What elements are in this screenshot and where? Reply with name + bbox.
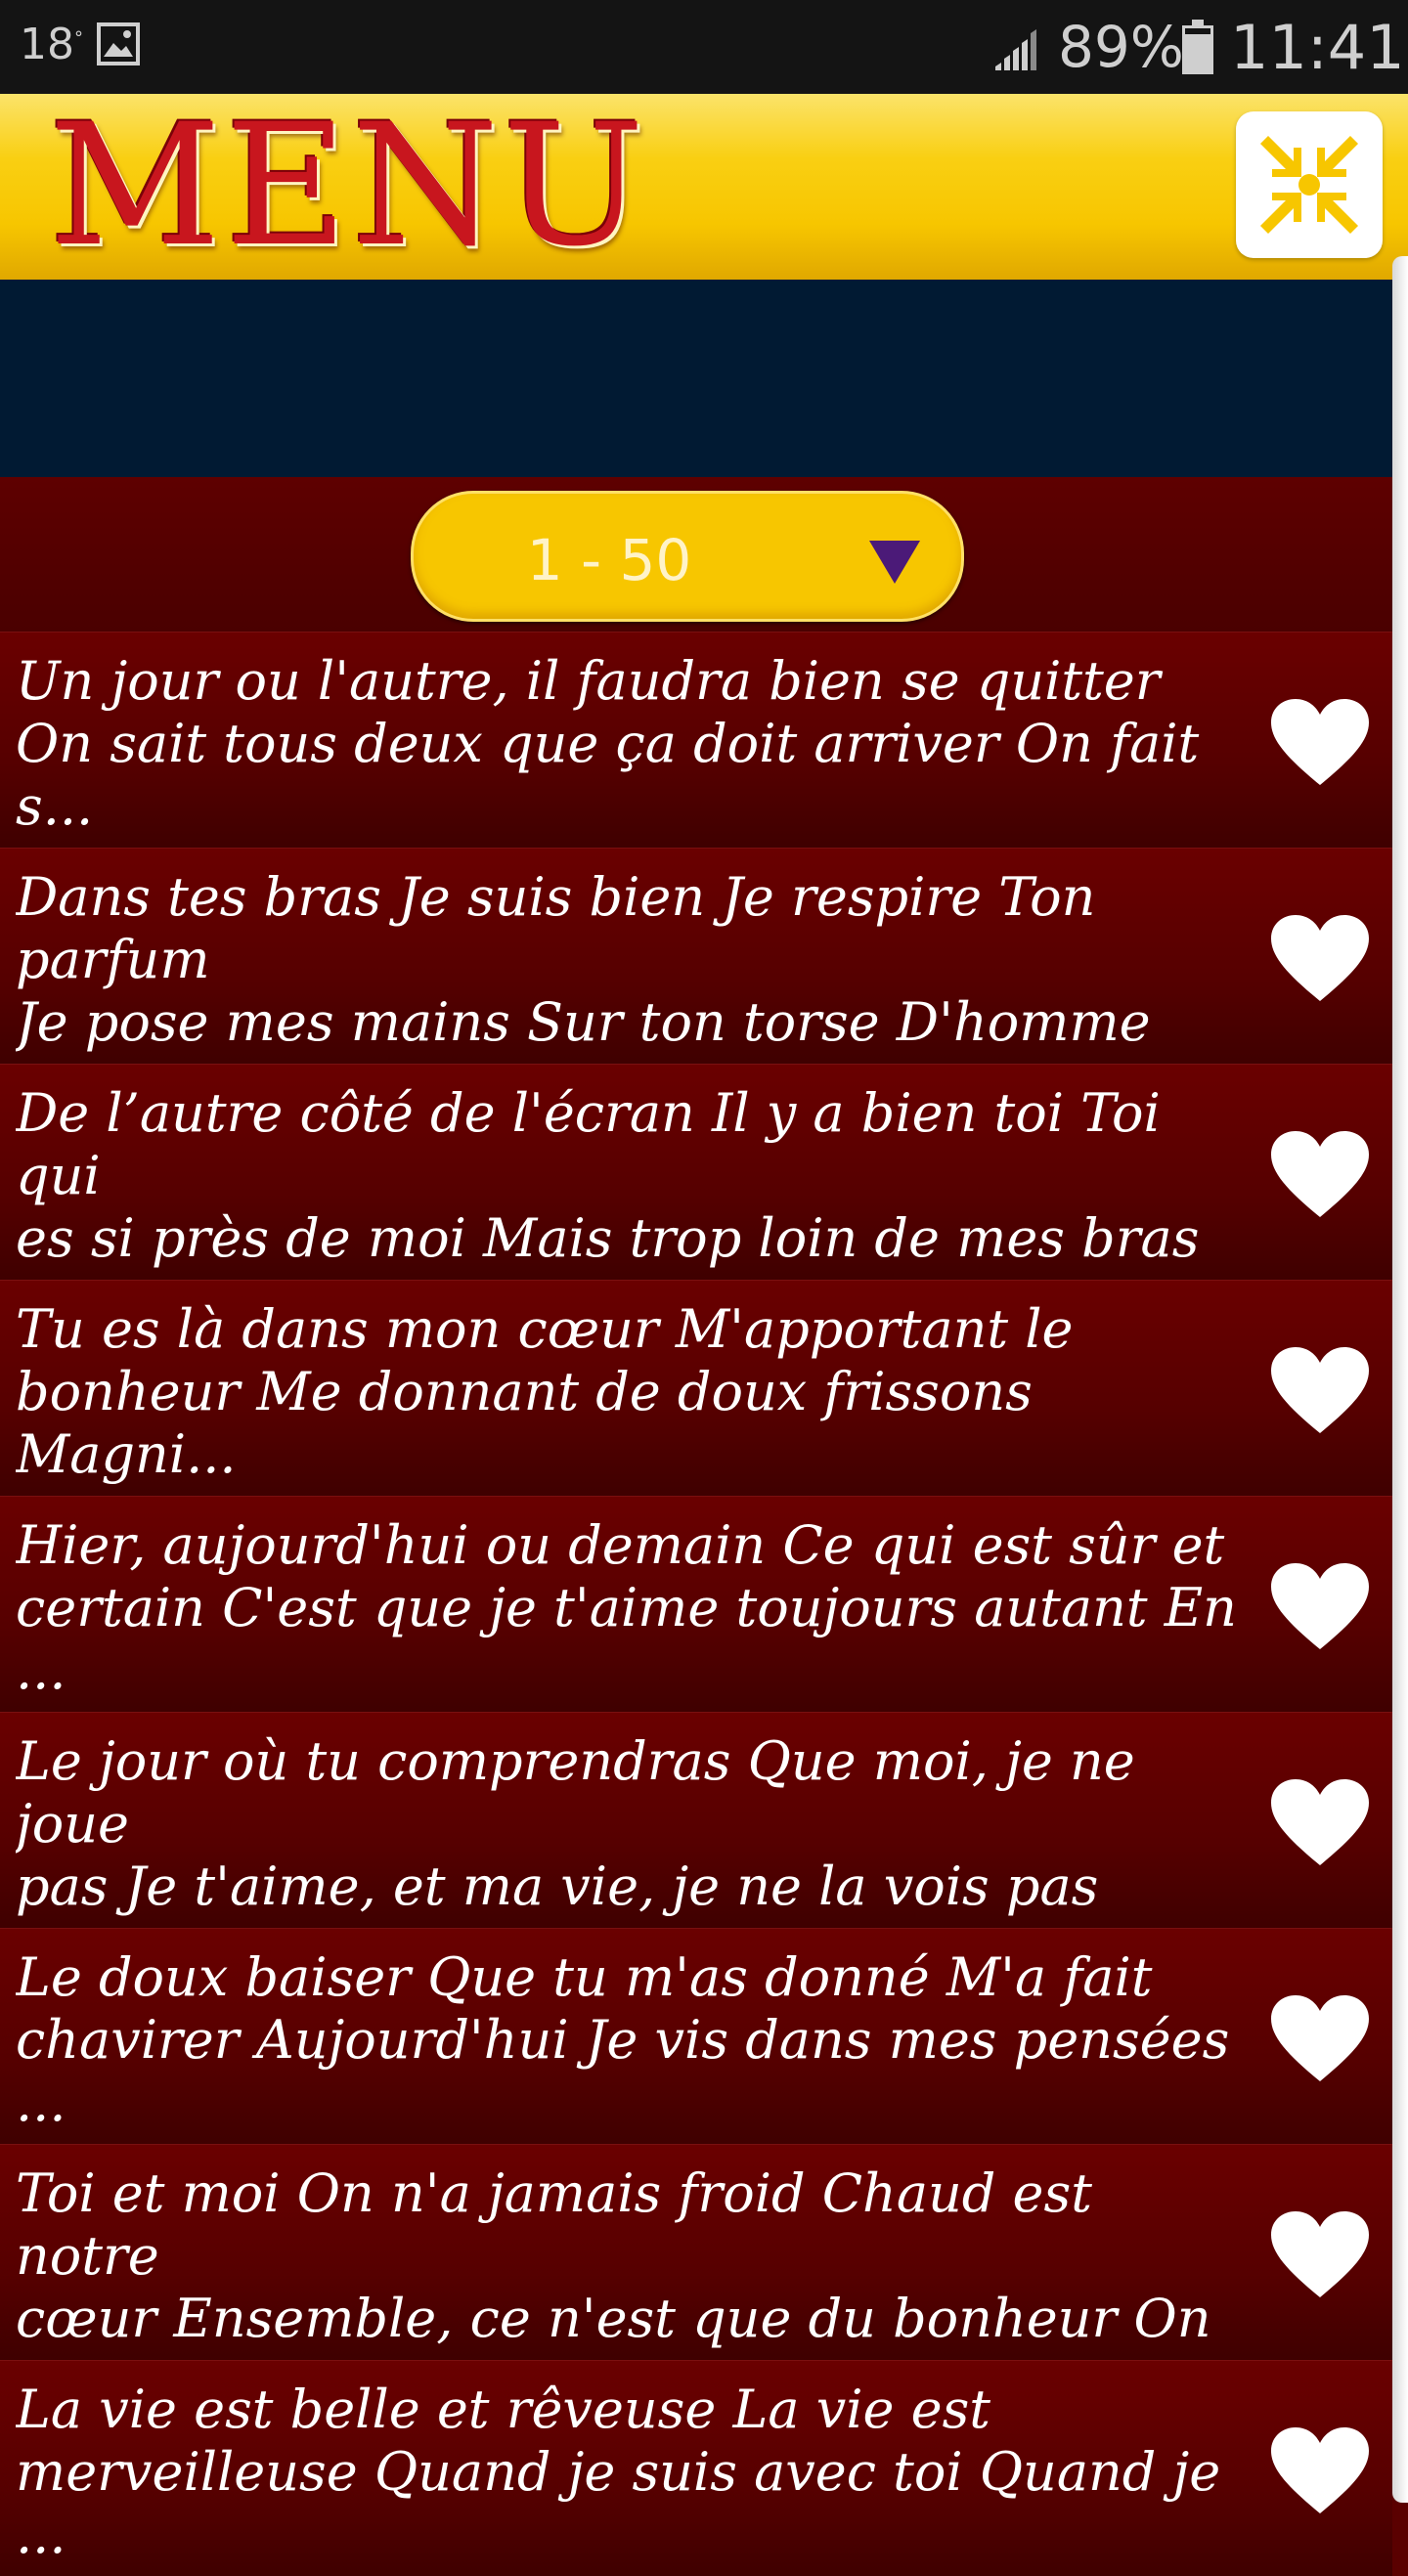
- status-bar: 18° 89% 11:41: [0, 0, 1408, 94]
- battery-percentage: 89%: [1058, 14, 1184, 80]
- poem-preview: La vie est belle et rêveuse La vie est m…: [16, 2379, 1221, 2565]
- list-item[interactable]: La vie est belle et rêveuse La vie est m…: [0, 2360, 1392, 2576]
- poem-list: Un jour ou l'autre, il faudra bien se qu…: [0, 632, 1392, 2576]
- list-item[interactable]: Le jour où tu comprendras Que moi, je ne…: [0, 1712, 1392, 1980]
- list-item[interactable]: Le doux baiser Que tu m'as donné M'a fai…: [0, 1928, 1392, 2144]
- heart-favorite-icon[interactable]: [1267, 2207, 1373, 2301]
- list-item[interactable]: De l’autre côté de l'écran Il y a bien t…: [0, 1064, 1392, 1332]
- heart-favorite-icon[interactable]: [1267, 911, 1373, 1005]
- dropdown-triangle-icon: [869, 541, 920, 584]
- signal-icon: [995, 29, 1036, 70]
- list-item[interactable]: Hier, aujourd'hui ou demain Ce qui est s…: [0, 1496, 1392, 1712]
- battery-icon: [1182, 20, 1213, 74]
- heart-favorite-icon[interactable]: [1267, 1991, 1373, 2085]
- heart-favorite-icon[interactable]: [1267, 1127, 1373, 1221]
- heart-favorite-icon[interactable]: [1267, 695, 1373, 789]
- collapse-arrows-icon: [1260, 136, 1358, 234]
- collapse-button[interactable]: [1236, 111, 1383, 258]
- range-dropdown[interactable]: 1 - 50: [411, 491, 964, 622]
- range-bar: 1 - 50: [0, 477, 1408, 632]
- list-item[interactable]: Toi et moi On n'a jamais froid Chaud est…: [0, 2144, 1392, 2412]
- app-header: MENU: [0, 94, 1408, 280]
- heart-favorite-icon[interactable]: [1267, 2423, 1373, 2517]
- image-notification-icon: [97, 22, 140, 65]
- poem-preview: Tu es là dans mon cœur M'apportant le bo…: [16, 1298, 1074, 1485]
- temperature-value: 18: [20, 20, 74, 69]
- heart-favorite-icon[interactable]: [1267, 1559, 1373, 1653]
- poem-preview: Un jour ou l'autre, il faudra bien se qu…: [16, 650, 1200, 837]
- ad-banner-area: [0, 280, 1408, 477]
- heart-favorite-icon[interactable]: [1267, 1775, 1373, 1869]
- poem-preview: Le doux baiser Que tu m'as donné M'a fai…: [16, 1946, 1230, 2133]
- clock: 11:41: [1230, 12, 1405, 83]
- page-title: MENU: [49, 87, 649, 284]
- scroll-edge: [1392, 256, 1408, 2503]
- range-value: 1 - 50: [526, 527, 692, 593]
- heart-favorite-icon[interactable]: [1267, 1343, 1373, 1437]
- poem-preview: Hier, aujourd'hui ou demain Ce qui est s…: [16, 1514, 1237, 1701]
- list-item[interactable]: Un jour ou l'autre, il faudra bien se qu…: [0, 632, 1392, 848]
- list-item[interactable]: Tu es là dans mon cœur M'apportant le bo…: [0, 1280, 1392, 1496]
- list-item[interactable]: Dans tes bras Je suis bien Je respire To…: [0, 848, 1392, 1115]
- temperature-indicator: 18°: [20, 20, 83, 69]
